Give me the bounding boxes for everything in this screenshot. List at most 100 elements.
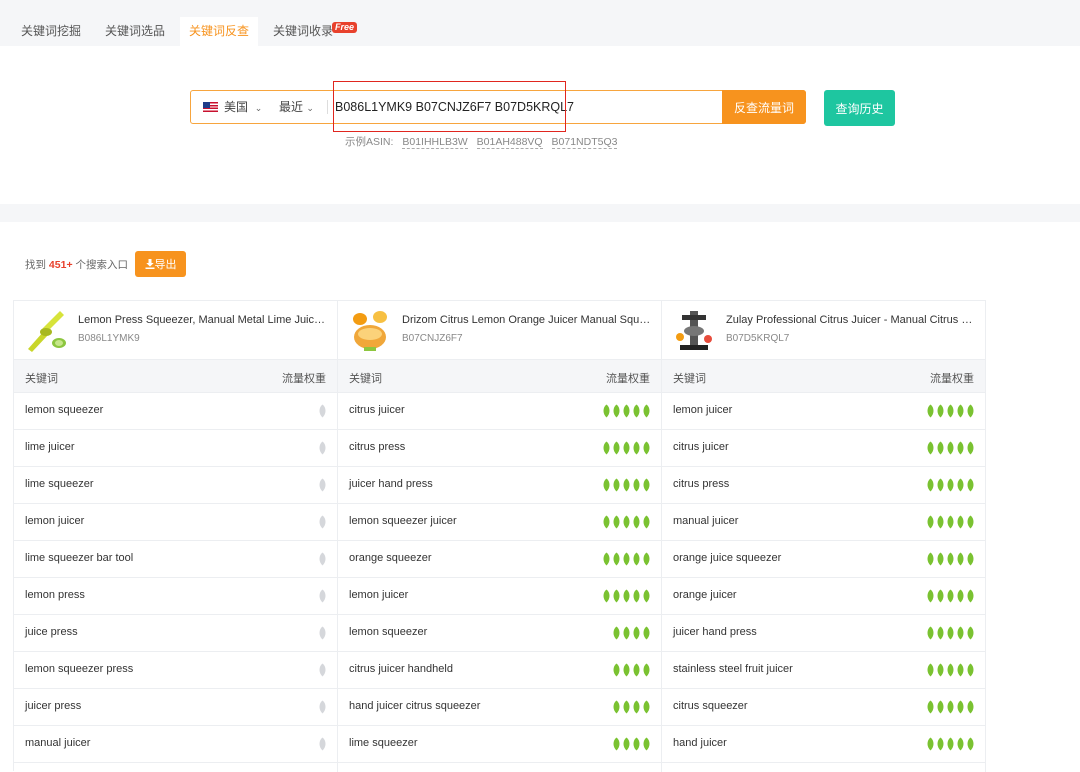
leaf-icon [947, 478, 954, 492]
keyword-text[interactable]: citrus juicer [673, 441, 729, 453]
keyword-text[interactable]: lemon juicer [25, 515, 84, 527]
traffic-weight-indicator [925, 663, 975, 677]
table-row[interactable]: lemon squeezer [14, 393, 337, 430]
leaf-icon [603, 589, 610, 603]
keyword-text[interactable]: orange juicer [673, 589, 737, 601]
query-history-button[interactable]: 查询历史 [824, 90, 895, 126]
keyword-text[interactable]: juice press [25, 626, 78, 638]
traffic-weight-indicator [317, 700, 327, 714]
table-row[interactable]: hand juicer [662, 726, 985, 763]
table-row[interactable]: juicer hand press [338, 467, 661, 504]
keyword-text[interactable]: hand juicer [673, 737, 727, 749]
table-row[interactable]: hand juicer citrus squeezer [338, 689, 661, 726]
table-row[interactable]: manual juicer [14, 726, 337, 763]
table-row[interactable]: lime juicer [14, 430, 337, 467]
tab-keyword-mining[interactable]: 关键词挖掘 [12, 17, 90, 46]
table-row[interactable]: lemon juicer [662, 393, 985, 430]
table-row[interactable]: lime squeezer [338, 726, 661, 763]
table-row[interactable]: juicer press [14, 689, 337, 726]
keyword-text[interactable]: lime juicer [25, 441, 75, 453]
table-row[interactable]: lime squeezer bar tool [14, 541, 337, 578]
keyword-text[interactable]: hand juicer citrus squeezer [349, 700, 480, 712]
weight-header[interactable]: 流量权重 [282, 370, 326, 386]
leaf-icon [319, 515, 326, 529]
table-row[interactable]: stainless steel fruit juicer [662, 652, 985, 689]
reverse-search-button[interactable]: 反查流量词 [722, 90, 806, 124]
table-row[interactable]: citrus press [338, 430, 661, 467]
keyword-text[interactable]: lemon juicer [349, 589, 408, 601]
table-row[interactable]: lemon squeezer press [14, 652, 337, 689]
product-asin: B086L1YMK9 [78, 333, 140, 344]
keyword-text[interactable]: lemon squeezer press [25, 663, 133, 675]
keyword-text[interactable]: lime squeezer [349, 737, 417, 749]
keyword-text[interactable]: lemon press [25, 589, 85, 601]
table-row[interactable]: citrus juicer [338, 393, 661, 430]
keyword-text[interactable]: citrus squeezer [673, 700, 748, 712]
product-title[interactable]: Zulay Professional Citrus Juicer - Manua… [726, 314, 976, 326]
leaf-icon [937, 663, 944, 677]
keyword-text[interactable]: manual juicer [673, 515, 738, 527]
keyword-text[interactable]: citrus press [673, 478, 729, 490]
leaf-icon [957, 404, 964, 418]
table-row[interactable]: citrus juicer handheld [338, 652, 661, 689]
keyword-text[interactable]: manual juicer [25, 737, 90, 749]
table-row[interactable]: lemon juicer [338, 578, 661, 615]
leaf-icon [643, 626, 650, 640]
leaf-icon [947, 626, 954, 640]
leaf-icon [319, 700, 326, 714]
table-row[interactable]: juice press [14, 615, 337, 652]
keyword-text[interactable]: juicer hand press [673, 626, 757, 638]
leaf-icon [947, 700, 954, 714]
table-row[interactable]: juicer hand press [662, 615, 985, 652]
traffic-weight-indicator [601, 404, 651, 418]
weight-header[interactable]: 流量权重 [930, 370, 974, 386]
orange-juicer-image [353, 311, 387, 351]
tab-keyword-reverse[interactable]: 关键词反查 [180, 17, 258, 46]
tab-keyword-indexing[interactable]: 关键词收录 [264, 17, 342, 46]
export-button[interactable]: 导出 [135, 251, 186, 277]
keyword-text[interactable]: lemon squeezer juicer [349, 515, 457, 527]
leaf-icon [623, 663, 630, 677]
traffic-weight-indicator [925, 515, 975, 529]
example-asin-link[interactable]: B01IHHLB3W [402, 136, 468, 149]
period-select[interactable]: 最近 ⌄ [279, 91, 314, 123]
leaf-icon [643, 700, 650, 714]
keyword-text[interactable]: orange juice squeezer [673, 552, 781, 564]
weight-header[interactable]: 流量权重 [606, 370, 650, 386]
leaf-icon [947, 663, 954, 677]
product-title[interactable]: Lemon Press Squeezer, Manual Metal Lime … [78, 314, 328, 326]
traffic-weight-indicator [317, 663, 327, 677]
examples-label: 示例ASIN: [345, 136, 394, 148]
table-row[interactable]: lemon squeezer juicer [338, 504, 661, 541]
table-row[interactable]: lime squeezer [14, 467, 337, 504]
keyword-text[interactable]: juicer press [25, 700, 81, 712]
table-row[interactable]: citrus juicer [662, 430, 985, 467]
keyword-text[interactable]: citrus juicer [349, 404, 405, 416]
keyword-text[interactable]: lemon squeezer [349, 626, 427, 638]
keyword-text[interactable]: lemon juicer [673, 404, 732, 416]
table-row[interactable]: citrus squeezer [662, 689, 985, 726]
table-row[interactable]: orange juice squeezer [662, 541, 985, 578]
tab-keyword-selection[interactable]: 关键词选品 [96, 17, 174, 46]
table-row[interactable]: lemon squeezer [338, 615, 661, 652]
table-row[interactable]: lemon juicer [14, 504, 337, 541]
table-row[interactable]: orange squeezer [338, 541, 661, 578]
table-row[interactable]: orange juicer [662, 578, 985, 615]
country-label: 美国 [224, 100, 249, 114]
keyword-text[interactable]: citrus press [349, 441, 405, 453]
keyword-text[interactable]: lemon squeezer [25, 404, 103, 416]
keyword-text[interactable]: citrus juicer handheld [349, 663, 453, 675]
keyword-text[interactable]: orange squeezer [349, 552, 432, 564]
keyword-text[interactable]: juicer hand press [349, 478, 433, 490]
example-asin-link[interactable]: B071NDT5Q3 [551, 136, 618, 149]
table-row[interactable]: lemon press [14, 578, 337, 615]
leaf-icon [967, 663, 974, 677]
keyword-text[interactable]: lime squeezer [25, 478, 93, 490]
keyword-text[interactable]: stainless steel fruit juicer [673, 663, 793, 675]
table-row[interactable]: manual juicer [662, 504, 985, 541]
example-asin-link[interactable]: B01AH488VQ [476, 136, 543, 149]
leaf-icon [947, 404, 954, 418]
keyword-text[interactable]: lime squeezer bar tool [25, 552, 133, 564]
table-row[interactable]: citrus press [662, 467, 985, 504]
product-title[interactable]: Drizom Citrus Lemon Orange Juicer Manual… [402, 314, 652, 326]
